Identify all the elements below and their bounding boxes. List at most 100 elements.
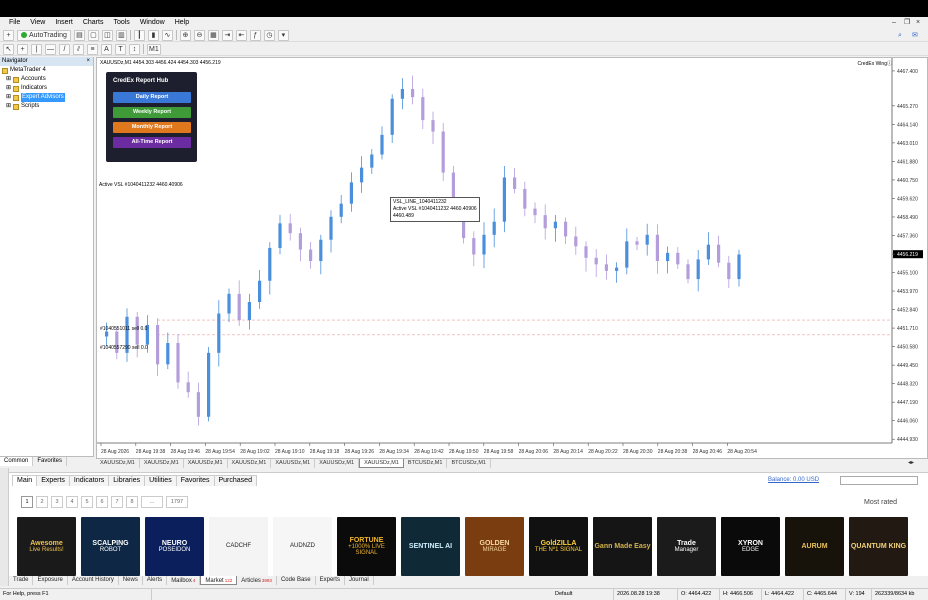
terminal-tab[interactable]: News bbox=[119, 576, 143, 585]
new-chart-icon[interactable]: ▤ bbox=[73, 29, 85, 41]
bar-chart-icon[interactable]: ┃ bbox=[133, 29, 145, 41]
menu-window[interactable]: Window bbox=[135, 17, 170, 29]
expand-icon[interactable]: ⊞ bbox=[6, 75, 11, 84]
chart-shift-icon[interactable]: ⇤ bbox=[235, 29, 247, 41]
autoscroll-icon[interactable]: ⇥ bbox=[221, 29, 233, 41]
timeframe-m1-button[interactable]: M1 bbox=[147, 43, 161, 55]
periods-icon[interactable]: ◷ bbox=[263, 29, 275, 41]
product-tile[interactable]: SCALPING ROBOT bbox=[81, 517, 140, 576]
navigator-close-icon[interactable]: × bbox=[86, 57, 90, 66]
terminal-tab[interactable]: Articles3993 bbox=[237, 576, 277, 585]
product-tile[interactable]: QUANTUM KING bbox=[849, 517, 908, 576]
market-tab[interactable]: Favorites bbox=[175, 475, 215, 486]
product-tile[interactable]: CADCHF bbox=[209, 517, 268, 576]
vertical-line-icon[interactable]: | bbox=[31, 43, 42, 55]
menu-help[interactable]: Help bbox=[170, 17, 194, 29]
product-tile[interactable]: AUDNZD bbox=[273, 517, 332, 576]
templates-icon[interactable]: ▾ bbox=[277, 29, 289, 41]
expand-icon[interactable]: ⊞ bbox=[6, 102, 11, 111]
terminal-tab[interactable]: Market122 bbox=[200, 576, 238, 585]
product-tile[interactable]: FORTUNE +1000% LIVE SIGNAL bbox=[337, 517, 396, 576]
report-button[interactable]: All-Time Report bbox=[113, 137, 191, 148]
tile-windows-icon[interactable]: ▦ bbox=[207, 29, 219, 41]
market-tab[interactable]: Experts bbox=[36, 475, 70, 486]
market-tab[interactable]: Main bbox=[12, 475, 38, 486]
product-tile[interactable]: Trade Manager bbox=[657, 517, 716, 576]
price-chart[interactable]: 4467.400 4465.270 4464.140 4463.010 4461.880… bbox=[97, 58, 928, 460]
product-tile[interactable]: AURUM bbox=[785, 517, 844, 576]
autotrading-button[interactable]: AutoTrading bbox=[17, 29, 71, 41]
menu-file[interactable]: File bbox=[4, 17, 25, 29]
horizontal-line-icon[interactable]: — bbox=[45, 43, 56, 55]
page-button[interactable]: 6 bbox=[96, 496, 108, 508]
page-button[interactable]: 2 bbox=[36, 496, 48, 508]
menu-tools[interactable]: Tools bbox=[108, 17, 134, 29]
nav-item[interactable]: ⊞ Indicators bbox=[0, 84, 93, 93]
market-tab[interactable]: Libraries bbox=[108, 475, 146, 486]
market-tab[interactable]: Purchased bbox=[213, 475, 257, 486]
chart-tab[interactable]: XAUUSDz,M1 bbox=[359, 459, 404, 468]
page-button[interactable]: 4 bbox=[66, 496, 78, 508]
nav-item[interactable]: ⊞ Scripts bbox=[0, 102, 93, 111]
menu-charts[interactable]: Charts bbox=[78, 17, 109, 29]
chat-icon[interactable]: ✉ bbox=[912, 30, 918, 42]
terminal-tab[interactable]: Exposure bbox=[33, 576, 68, 585]
navigator-tab[interactable]: Favorites bbox=[33, 457, 68, 466]
sort-label[interactable]: Most rated bbox=[864, 499, 897, 506]
label-icon[interactable]: T bbox=[115, 43, 126, 55]
terminal-tab[interactable]: Account History bbox=[68, 576, 119, 585]
navigator-tab[interactable]: Common bbox=[0, 457, 34, 466]
candle-chart-icon[interactable]: ▮ bbox=[147, 29, 159, 41]
expand-icon[interactable]: ⊞ bbox=[6, 84, 11, 93]
zoom-out-icon[interactable]: ⊖ bbox=[193, 29, 205, 41]
search-icon[interactable]: ⌕ bbox=[898, 30, 902, 42]
product-tile[interactable]: GoldZILLA THE Nº1 SIGNAL bbox=[529, 517, 588, 576]
product-tile[interactable]: NEURO POSEIDON bbox=[145, 517, 204, 576]
text-icon[interactable]: A bbox=[101, 43, 112, 55]
menu-insert[interactable]: Insert bbox=[50, 17, 78, 29]
product-tile[interactable]: XYRON EDGE bbox=[721, 517, 780, 576]
product-tile[interactable]: GOLDEN MIRAGE bbox=[465, 517, 524, 576]
market-watch-icon[interactable]: ◫ bbox=[101, 29, 113, 41]
terminal-tab[interactable]: Experts bbox=[316, 576, 345, 585]
report-button[interactable]: Daily Report bbox=[113, 92, 191, 103]
nav-item[interactable]: ⊞ Accounts bbox=[0, 75, 93, 84]
expand-icon[interactable]: ⊞ bbox=[6, 93, 11, 102]
chart-tab[interactable]: XAUUSDz,M1 bbox=[184, 459, 228, 468]
trendline-icon[interactable]: / bbox=[59, 43, 70, 55]
page-button[interactable]: ... bbox=[141, 496, 163, 508]
product-tile[interactable]: Gann Made Easy bbox=[593, 517, 652, 576]
report-button[interactable]: Monthly Report bbox=[113, 122, 191, 133]
chart-tab[interactable]: XAUUSDz,M1 bbox=[228, 459, 272, 468]
report-button[interactable]: Weekly Report bbox=[113, 107, 191, 118]
terminal-tab[interactable]: Alerts bbox=[143, 576, 168, 585]
fibonacci-icon[interactable]: ≡ bbox=[87, 43, 98, 55]
chart-tab[interactable]: XAUUSDz,M1 bbox=[315, 459, 360, 468]
page-button[interactable]: 7 bbox=[111, 496, 123, 508]
page-button[interactable]: 1 bbox=[21, 496, 33, 508]
page-button[interactable]: 8 bbox=[126, 496, 138, 508]
restore-icon[interactable]: ❐ bbox=[904, 17, 910, 29]
chart-tab[interactable]: XAUUSDz,M1 bbox=[96, 459, 140, 468]
terminal-tab[interactable]: Trade bbox=[9, 576, 34, 585]
menu-view[interactable]: View bbox=[25, 17, 50, 29]
tab-scroll-icon[interactable]: ◂▸ bbox=[908, 459, 914, 471]
indicators-icon[interactable]: ƒ bbox=[249, 29, 261, 41]
product-tile[interactable]: Awesome Live Results! bbox=[17, 517, 76, 576]
terminal-tab[interactable]: Journal bbox=[345, 576, 374, 585]
close-icon[interactable]: × bbox=[916, 17, 920, 29]
arrows-icon[interactable]: ↕ bbox=[129, 43, 140, 55]
chart-tab[interactable]: BTCUSDz,M1 bbox=[404, 459, 448, 468]
cursor-icon[interactable]: ↖ bbox=[3, 43, 14, 55]
product-tile[interactable]: SENTINEL AI bbox=[401, 517, 460, 576]
chart-tab[interactable]: BTCUSDz,M1 bbox=[447, 459, 491, 468]
page-button[interactable]: 5 bbox=[81, 496, 93, 508]
terminal-tab[interactable]: Mailbox4 bbox=[167, 576, 201, 585]
terminal-tab[interactable]: Code Base bbox=[277, 576, 316, 585]
chart-window[interactable]: 4467.400 4465.270 4464.140 4463.010 4461.880… bbox=[96, 57, 928, 459]
data-window-icon[interactable]: ▥ bbox=[115, 29, 127, 41]
page-button[interactable]: 1797 bbox=[166, 496, 188, 508]
profiles-icon[interactable]: ▢ bbox=[87, 29, 99, 41]
market-tab[interactable]: Utilities bbox=[144, 475, 177, 486]
market-tab[interactable]: Indicators bbox=[68, 475, 110, 486]
